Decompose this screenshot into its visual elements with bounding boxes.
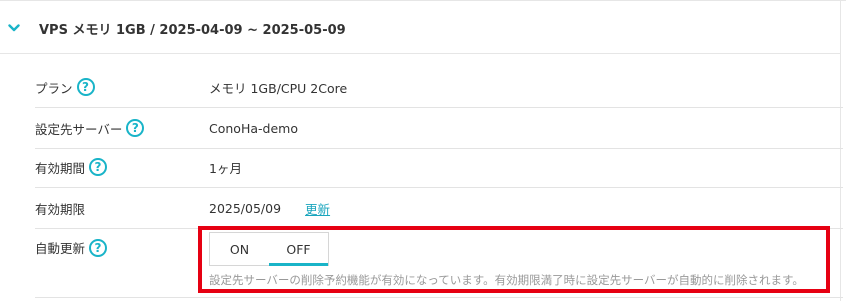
- help-icon[interactable]: ?: [76, 78, 95, 96]
- license-detail-panel: VPS メモリ 1GB / 2025-04-09 ~ 2025-05-09 プラ…: [0, 0, 846, 301]
- plan-label: プラン: [35, 80, 73, 96]
- renew-link[interactable]: 更新: [305, 199, 330, 218]
- auto-renew-label-wrap: 自動更新 ?: [35, 238, 108, 257]
- row-expiry: 有効期限 2025/05/09 更新: [35, 188, 843, 229]
- auto-renew-label: 自動更新: [35, 241, 86, 256]
- period-value: 1ヶ月: [209, 160, 242, 176]
- period-label-wrap: 有効期間 ?: [35, 147, 108, 187]
- server-label-wrap: 設定先サーバー ?: [35, 108, 145, 148]
- period-label: 有効期間: [35, 160, 86, 176]
- expiry-value: 2025/05/09: [209, 200, 282, 216]
- server-value-wrap: ConoHa-demo: [209, 108, 298, 148]
- help-icon[interactable]: ?: [89, 158, 108, 176]
- expiry-label: 有効期限: [35, 201, 86, 217]
- server-label: 設定先サーバー: [35, 121, 123, 137]
- accordion-header[interactable]: VPS メモリ 1GB / 2025-04-09 ~ 2025-05-09: [0, 1, 841, 54]
- period-value-wrap: 1ヶ月: [209, 147, 242, 187]
- plan-value-wrap: メモリ 1GB/CPU 2Core: [209, 67, 347, 107]
- plan-value: メモリ 1GB/CPU 2Core: [209, 80, 348, 96]
- row-server: 設定先サーバー ? ConoHa-demo: [35, 108, 843, 149]
- help-icon[interactable]: ?: [126, 119, 145, 137]
- row-plan: プラン ? メモリ 1GB/CPU 2Core: [35, 67, 843, 108]
- highlight-annotation: [198, 226, 830, 293]
- row-period: 有効期間 ? 1ヶ月: [35, 147, 843, 188]
- chevron-down-icon[interactable]: [8, 23, 20, 33]
- expiry-value-wrap: 2025/05/09 更新: [209, 188, 330, 228]
- help-icon[interactable]: ?: [89, 238, 108, 257]
- expiry-label-wrap: 有効期限: [35, 188, 85, 228]
- server-value: ConoHa-demo: [209, 120, 298, 136]
- plan-label-wrap: プラン ?: [35, 67, 95, 107]
- accordion-title: VPS メモリ 1GB / 2025-04-09 ~ 2025-05-09: [39, 23, 346, 38]
